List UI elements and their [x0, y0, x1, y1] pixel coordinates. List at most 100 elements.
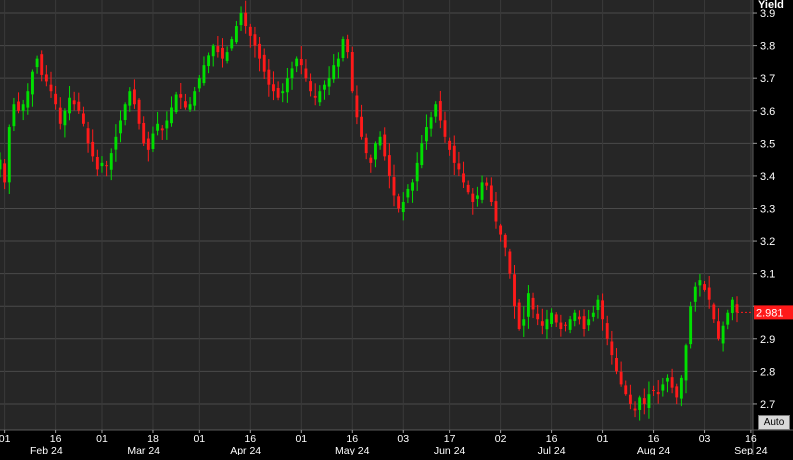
- candle-body: [174, 94, 178, 113]
- candle-body: [12, 104, 16, 127]
- x-tick-label: 01: [0, 433, 11, 445]
- candle-body: [666, 377, 669, 382]
- y-tick-label: 3.2: [760, 236, 775, 248]
- candle-body: [35, 58, 39, 68]
- y-tick-label: 3.6: [760, 106, 775, 118]
- x-month-label: Sep 24: [734, 445, 767, 455]
- candle-body: [81, 113, 85, 124]
- candle-body: [712, 304, 716, 320]
- candle-body: [615, 357, 618, 372]
- y-axis-label: Yield: [758, 0, 784, 11]
- candle-body: [54, 93, 58, 105]
- candle-body: [114, 136, 118, 150]
- candle-body: [601, 300, 605, 320]
- candle-body: [262, 54, 266, 72]
- candle-body: [392, 177, 396, 196]
- candle-body: [425, 127, 428, 142]
- candle-body: [726, 312, 730, 325]
- yield-candlestick-chart: 2.7 2.8 2.9 3.1 3.2 3.3 3.4 3.5 3.6 3.7 3.8 3.9 01 16…: [0, 0, 793, 457]
- candle-body: [58, 107, 62, 124]
- candle-body: [211, 45, 215, 57]
- candle-body: [582, 316, 586, 330]
- candle-body: [397, 196, 401, 209]
- candle-body: [656, 392, 660, 395]
- x-tick-label: 16: [546, 433, 558, 445]
- candle-body: [429, 117, 433, 129]
- candle-body: [730, 299, 734, 313]
- candle-body: [86, 128, 90, 144]
- candle-body: [503, 234, 507, 248]
- x-tick-label: 02: [495, 433, 507, 445]
- candle-body: [735, 304, 739, 313]
- candle-body: [17, 101, 20, 111]
- y-tick-label: 3.7: [760, 73, 775, 85]
- y-tick-label: 3.4: [760, 171, 775, 183]
- y-tick-label: 2.9: [760, 334, 775, 346]
- candle-body: [554, 314, 558, 323]
- x-tick-label: 16: [346, 433, 358, 445]
- candle-body: [689, 306, 693, 345]
- plot-background: [0, 0, 753, 430]
- candle-body: [295, 58, 299, 67]
- x-month-label: Apr 24: [230, 445, 261, 455]
- candle-body: [123, 104, 127, 120]
- candle-body: [272, 84, 275, 92]
- candle-body: [258, 43, 262, 59]
- candle-body: [536, 313, 540, 320]
- y-tick-label: 3.1: [760, 269, 775, 281]
- x-tick-label: 01: [295, 433, 307, 445]
- candle-body: [466, 184, 470, 193]
- candle-body: [146, 138, 150, 150]
- x-month-label: Feb 24: [30, 445, 63, 455]
- candle-body: [489, 185, 493, 202]
- y-tick-label: 3.3: [760, 203, 775, 215]
- chart-svg: 2.72.82.93.13.23.33.43.53.63.73.83.901 16…: [0, 0, 793, 457]
- candle-body: [374, 143, 377, 160]
- candle-body: [26, 91, 30, 108]
- candle-body: [77, 101, 81, 111]
- candle-body: [285, 78, 289, 93]
- candle-body: [411, 182, 414, 191]
- candle-body: [717, 321, 720, 339]
- candle-body: [137, 99, 141, 124]
- candle-body: [323, 84, 326, 90]
- candle-body: [480, 182, 484, 200]
- candle-body: [415, 162, 419, 182]
- candle-body: [332, 65, 336, 80]
- y-tick-label: 3.5: [760, 138, 775, 150]
- x-tick-label: 01: [597, 433, 609, 445]
- candle-body: [494, 201, 498, 222]
- candle-body: [499, 225, 503, 235]
- candle-body: [313, 95, 317, 98]
- x-tick-label: 03: [397, 433, 409, 445]
- candle-body: [276, 87, 280, 98]
- candle-body: [378, 136, 382, 146]
- candle-body: [193, 91, 197, 106]
- candle-body: [485, 182, 489, 186]
- candle-body: [568, 319, 572, 330]
- x-tick-label: 18: [147, 433, 159, 445]
- x-tick-label: 16: [50, 433, 62, 445]
- candle-body: [63, 110, 67, 126]
- candle-body: [225, 52, 229, 61]
- x-tick-label: 16: [648, 433, 660, 445]
- axis-panel-right: [753, 0, 793, 455]
- candle-body: [304, 68, 308, 79]
- candle-body: [693, 286, 697, 302]
- auto-scale-button[interactable]: Auto: [758, 415, 790, 430]
- x-month-label: Mar 24: [127, 445, 160, 455]
- candle-body: [517, 302, 521, 330]
- candle-body: [679, 377, 683, 399]
- candle-body: [234, 26, 238, 43]
- candle-body: [475, 195, 479, 199]
- candle-body: [156, 123, 160, 131]
- candle-body: [540, 321, 544, 326]
- candle-body: [387, 155, 391, 176]
- candle-body: [596, 299, 600, 310]
- candle-body: [142, 122, 146, 144]
- candle-body: [350, 52, 354, 92]
- y-tick-label: 2.7: [760, 399, 775, 411]
- candle-body: [151, 133, 155, 149]
- candle-body: [188, 104, 192, 110]
- candle-body: [434, 104, 438, 117]
